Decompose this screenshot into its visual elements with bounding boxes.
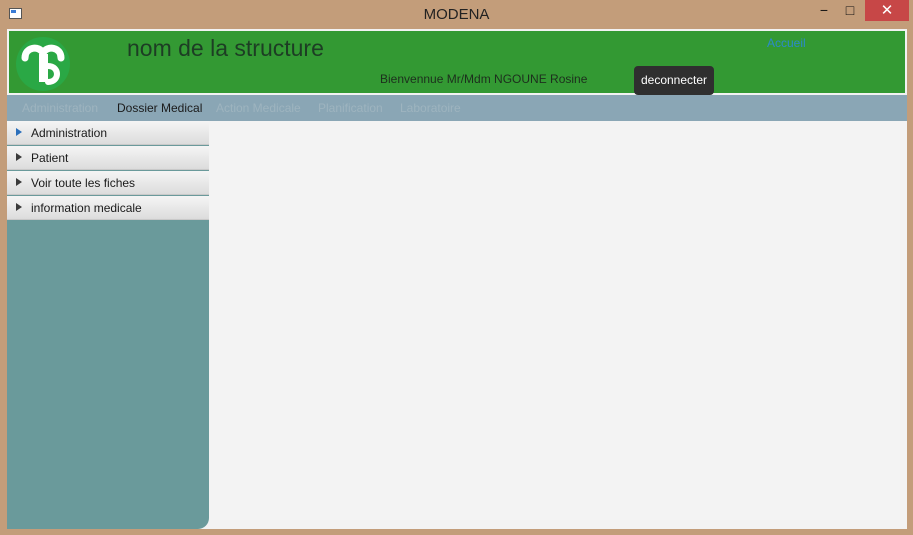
sidebar-item-label: Administration [31, 126, 108, 140]
window-title: MODENA [423, 6, 490, 23]
app-frame: nom de la structure Bienvennue Mr/Mdm NG… [7, 29, 907, 529]
menu-item-planification[interactable]: Planification [318, 101, 383, 115]
main-content [209, 121, 907, 529]
expand-arrow-icon [16, 178, 22, 186]
menu-item-administration[interactable]: Administration [22, 101, 98, 115]
medical-logo-icon [16, 37, 70, 91]
expand-arrow-icon [16, 128, 22, 136]
sidebar-item-patient[interactable]: Patient [7, 146, 209, 170]
accueil-link[interactable]: Accueil [767, 36, 806, 50]
minimize-button[interactable]: − [811, 0, 837, 21]
welcome-text: Bienvennue Mr/Mdm NGOUNE Rosine [380, 72, 588, 86]
structure-name: nom de la structure [127, 35, 324, 61]
menu-item-action-medicale[interactable]: Action Medicale [216, 101, 301, 115]
expand-arrow-icon [16, 203, 22, 211]
sidebar: Administration Patient Voir toute les fi… [7, 121, 209, 529]
window-titlebar: MODENA − □ ✕ [0, 0, 913, 29]
logout-button[interactable]: deconnecter [634, 66, 714, 95]
top-menu: Administration Dossier Medical Action Me… [7, 95, 907, 121]
sidebar-item-information-medicale[interactable]: information medicale [7, 196, 209, 220]
header: nom de la structure Bienvennue Mr/Mdm NG… [7, 29, 907, 95]
maximize-button[interactable]: □ [837, 0, 863, 21]
sidebar-item-administration[interactable]: Administration [7, 121, 209, 145]
sidebar-item-voir-toute-les-fiches[interactable]: Voir toute les fiches [7, 171, 209, 195]
sidebar-item-label: information medicale [31, 201, 142, 215]
sidebar-item-label: Voir toute les fiches [31, 176, 136, 190]
menu-item-dossier-medical[interactable]: Dossier Medical [117, 101, 202, 115]
menu-item-laboratoire[interactable]: Laboratoire [400, 101, 461, 115]
sidebar-item-label: Patient [31, 151, 69, 165]
close-button[interactable]: ✕ [865, 0, 909, 21]
expand-arrow-icon [16, 153, 22, 161]
